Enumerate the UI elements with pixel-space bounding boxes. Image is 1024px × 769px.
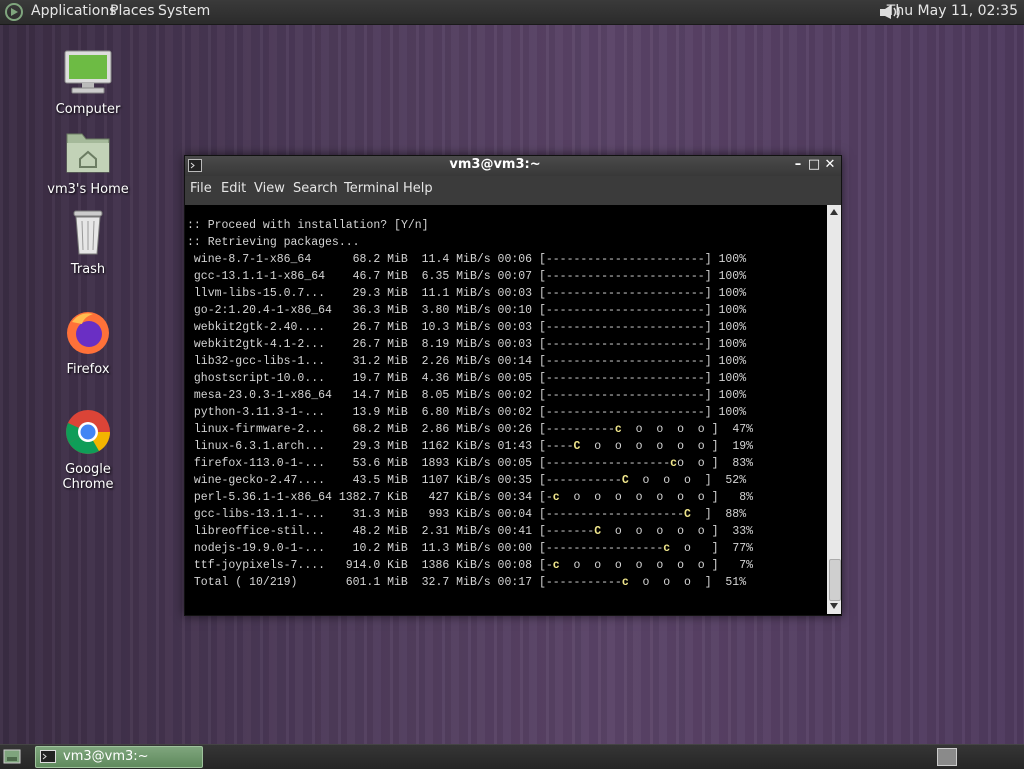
menu-search[interactable]: Search: [293, 181, 338, 196]
terminal-lines: :: Proceed with installation? [Y/n] :: R…: [185, 205, 827, 591]
terminal-line: wine-gecko-2.47.... 43.5 MiB 1107 KiB/s …: [187, 474, 747, 487]
pacman-glyph: c: [670, 457, 678, 470]
terminal-line: mesa-23.0.3-1-x86_64 14.7 MiB 8.05 MiB/s…: [187, 389, 747, 402]
terminal-line: linux-firmware-2... 68.2 MiB 2.86 MiB/s …: [187, 423, 754, 436]
pacman-glyph: C: [683, 508, 691, 521]
window-title: vm3@vm3:~: [449, 157, 541, 172]
desktop-icon-firefox[interactable]: Firefox: [38, 308, 138, 377]
terminal-line: webkit2gtk-4.1-2... 26.7 MiB 8.19 MiB/s …: [187, 338, 747, 351]
terminal-line: gcc-libs-13.1.1-... 31.3 MiB 993 KiB/s 0…: [187, 508, 747, 521]
desktop-icon-computer[interactable]: Computer: [38, 48, 138, 117]
terminal-line: go-2:1.20.4-1-x86_64 36.3 MiB 3.80 MiB/s…: [187, 304, 747, 317]
terminal-menubar: File Edit View Search Terminal Help: [185, 176, 841, 205]
scroll-up-arrow-icon[interactable]: [830, 209, 838, 215]
applications-menu[interactable]: Applications: [31, 3, 117, 19]
terminal-line: libreoffice-stil... 48.2 MiB 2.31 MiB/s …: [187, 525, 754, 538]
terminal-line: linux-6.3.1.arch... 29.3 MiB 1162 KiB/s …: [187, 440, 754, 453]
terminal-line: llvm-libs-15.0.7... 29.3 MiB 11.1 MiB/s …: [187, 287, 747, 300]
firefox-icon: [67, 312, 109, 354]
scroll-thumb[interactable]: [829, 559, 841, 601]
terminal-line: :: Proceed with installation? [Y/n]: [187, 219, 429, 232]
menu-file[interactable]: File: [190, 181, 212, 196]
terminal-line: Total ( 10/219) 601.1 MiB 32.7 MiB/s 00:…: [187, 576, 747, 589]
desktop-icon-trash[interactable]: Trash: [38, 208, 138, 277]
terminal-output[interactable]: :: Proceed with installation? [Y/n] :: R…: [185, 205, 827, 614]
show-desktop-icon[interactable]: [3, 748, 21, 765]
terminal-line: firefox-113.0-1-... 53.6 MiB 1893 KiB/s …: [187, 457, 754, 470]
menu-help[interactable]: Help: [403, 181, 433, 196]
terminal-window: vm3@vm3:~ – □ ✕ File Edit View Search Te…: [184, 155, 842, 616]
terminal-line: python-3.11.3-1-... 13.9 MiB 6.80 MiB/s …: [187, 406, 747, 419]
terminal-line: wine-8.7-1-x86_64 68.2 MiB 11.4 MiB/s 00…: [187, 253, 747, 266]
close-button[interactable]: ✕: [823, 157, 837, 173]
distro-logo-icon[interactable]: [4, 2, 24, 22]
scroll-down-arrow-icon[interactable]: [830, 603, 838, 609]
menu-terminal[interactable]: Terminal: [344, 181, 399, 196]
desktop-icon-label: vm3's Home: [47, 182, 129, 197]
places-menu[interactable]: Places: [110, 3, 155, 19]
taskbar-item-terminal[interactable]: vm3@vm3:~: [35, 746, 203, 768]
maximize-button[interactable]: □: [807, 157, 821, 173]
desktop-icon-label: Trash: [70, 262, 106, 277]
terminal-line: ttf-joypixels-7.... 914.0 KiB 1386 KiB/s…: [187, 559, 754, 572]
taskbar-item-label: vm3@vm3:~: [63, 749, 149, 764]
pacman-glyph: c: [614, 423, 622, 436]
terminal-line: gcc-13.1.1-1-x86_64 46.7 MiB 6.35 MiB/s …: [187, 270, 747, 283]
computer-icon: [64, 50, 112, 94]
pacman-glyph: c: [552, 559, 560, 572]
desktop-icon-label: Computer: [55, 102, 121, 117]
pacman-glyph: C: [594, 525, 602, 538]
terminal-line: perl-5.36.1-1-x86_64 1382.7 KiB 427 KiB/…: [187, 491, 754, 504]
chrome-icon: [66, 410, 110, 454]
bottom-panel: vm3@vm3:~: [0, 744, 1024, 769]
terminal-line: :: Retrieving packages...: [187, 236, 360, 249]
terminal-line: webkit2gtk-2.40.... 26.7 MiB 10.3 MiB/s …: [187, 321, 747, 334]
workspace-switcher[interactable]: [937, 748, 957, 766]
desktop-icon-chrome[interactable]: Google Chrome: [38, 408, 138, 492]
menu-view[interactable]: View: [254, 181, 285, 196]
pacman-glyph: C: [621, 474, 629, 487]
pacman-glyph: C: [573, 440, 581, 453]
terminal-icon: [40, 750, 56, 763]
desktop-icon-label: Firefox: [66, 362, 110, 377]
trash-icon: [73, 210, 103, 255]
terminal-line: ghostscript-10.0... 19.7 MiB 4.36 MiB/s …: [187, 372, 747, 385]
pacman-glyph: c: [663, 542, 671, 555]
desktop-icon-label: Google Chrome: [62, 462, 114, 492]
terminal-line: lib32-gcc-libs-1... 31.2 MiB 2.26 MiB/s …: [187, 355, 747, 368]
system-menu[interactable]: System: [158, 3, 210, 19]
pacman-glyph: c: [552, 491, 560, 504]
minimize-button[interactable]: –: [791, 157, 805, 173]
desktop-icon-home[interactable]: vm3's Home: [38, 128, 138, 197]
pacman-glyph: c: [621, 576, 629, 589]
terminal-scrollbar[interactable]: [827, 205, 841, 614]
terminal-line: nodejs-19.9.0-1-... 10.2 MiB 11.3 MiB/s …: [187, 542, 754, 555]
window-titlebar[interactable]: vm3@vm3:~ – □ ✕: [185, 156, 841, 176]
clock[interactable]: Thu May 11, 02:35: [887, 3, 1018, 19]
menu-edit[interactable]: Edit: [221, 181, 246, 196]
home-folder-icon: [66, 133, 110, 173]
top-panel: Applications Places System Thu May 11, 0…: [0, 0, 1024, 25]
